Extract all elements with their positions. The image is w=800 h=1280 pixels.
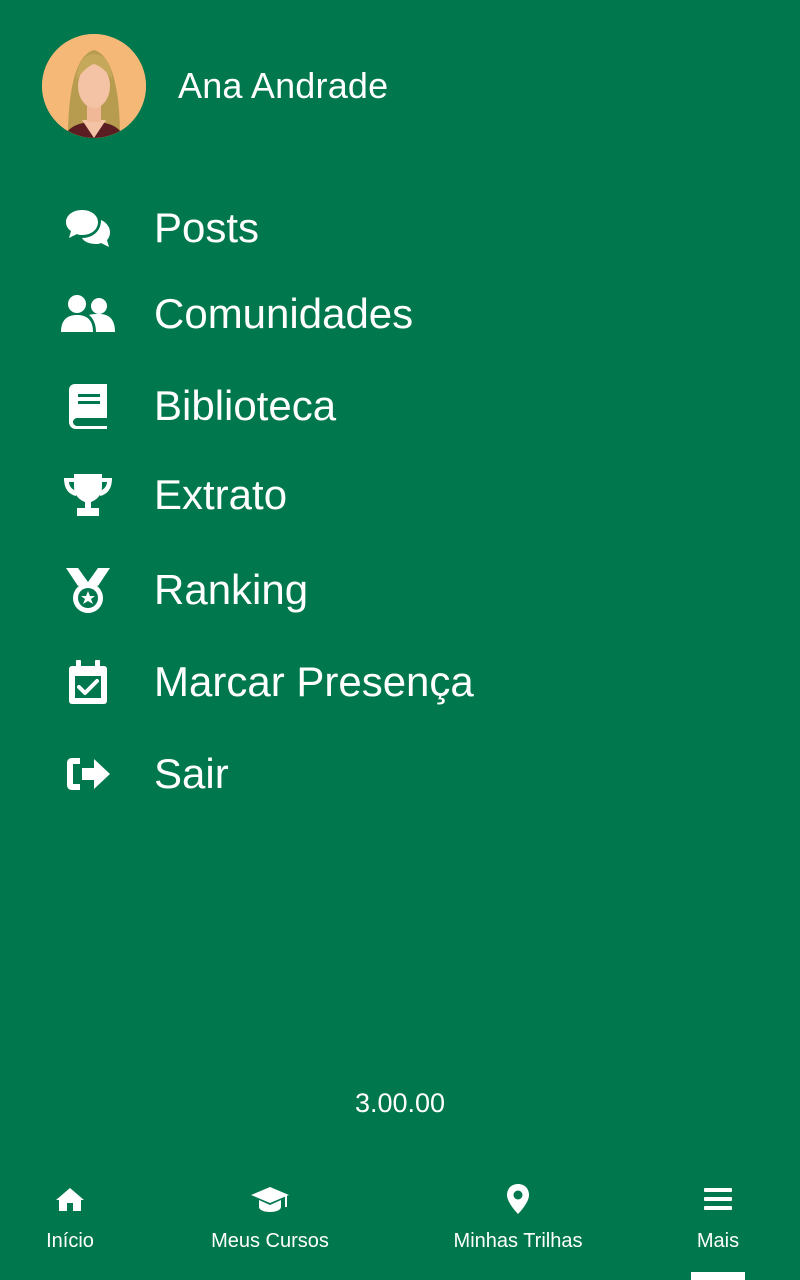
home-icon bbox=[55, 1174, 85, 1224]
menu-item-label: Biblioteca bbox=[154, 382, 337, 429]
nav-label: Meus Cursos bbox=[211, 1230, 329, 1252]
user-name: Ana Andrade bbox=[178, 65, 389, 106]
active-tab-indicator bbox=[691, 1272, 745, 1280]
users-icon bbox=[48, 282, 128, 346]
menu-item-extrato[interactable]: Extrato bbox=[48, 463, 287, 527]
app-version: 3.00.00 bbox=[354, 1088, 446, 1118]
trophy-icon bbox=[48, 463, 128, 527]
map-pin-icon bbox=[506, 1174, 530, 1224]
menu-item-ranking[interactable]: Ranking bbox=[48, 558, 308, 622]
menu-item-label: Sair bbox=[154, 750, 229, 797]
menu-item-comunidades[interactable]: Comunidades bbox=[48, 282, 413, 346]
calendar-check-icon bbox=[48, 650, 128, 714]
menu-item-posts[interactable]: Posts bbox=[48, 196, 259, 260]
nav-label: Minhas Trilhas bbox=[453, 1230, 583, 1252]
menu-item-sair[interactable]: Sair bbox=[48, 742, 229, 806]
nav-inicio[interactable]: Início bbox=[0, 1160, 140, 1280]
avatar[interactable] bbox=[42, 34, 146, 138]
menu-icon bbox=[703, 1174, 733, 1224]
menu-item-label: Ranking bbox=[154, 566, 309, 613]
nav-mais[interactable]: Mais bbox=[636, 1160, 800, 1280]
menu-item-marcar-presenca[interactable]: Marcar Presença bbox=[48, 650, 474, 714]
menu-item-label: Extrato bbox=[154, 471, 288, 518]
graduation-cap-icon bbox=[250, 1174, 290, 1224]
book-icon bbox=[48, 374, 128, 438]
menu-item-label: Marcar Presença bbox=[154, 658, 474, 705]
medal-icon bbox=[48, 558, 128, 622]
nav-minhas-trilhas[interactable]: Minhas Trilhas bbox=[400, 1160, 636, 1280]
comments-icon bbox=[48, 196, 128, 260]
nav-label: Mais bbox=[696, 1230, 740, 1252]
menu-item-label: Comunidades bbox=[154, 290, 414, 337]
sign-out-icon bbox=[48, 742, 128, 806]
menu-item-label: Posts bbox=[154, 204, 260, 251]
nav-meus-cursos[interactable]: Meus Cursos bbox=[140, 1160, 400, 1280]
profile-header[interactable]: Ana Andrade bbox=[42, 34, 388, 138]
menu-item-biblioteca[interactable]: Biblioteca bbox=[48, 374, 336, 438]
avatar-illustration bbox=[42, 34, 146, 138]
bottom-nav: Início Meus Cursos Minhas Trilhas Mais bbox=[0, 1160, 800, 1280]
nav-label: Início bbox=[46, 1230, 94, 1252]
